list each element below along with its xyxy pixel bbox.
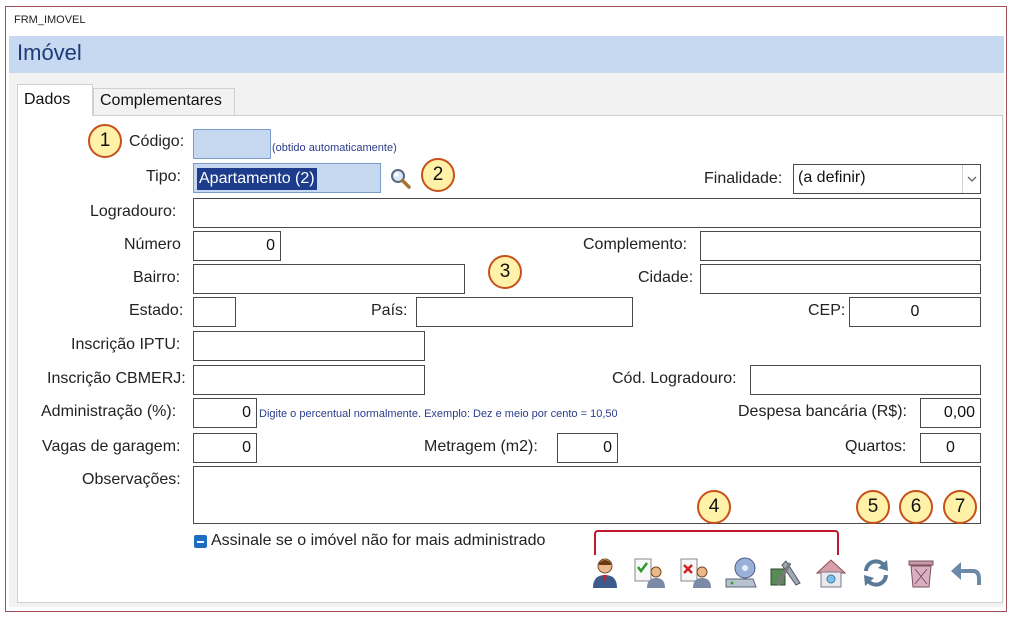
metragem-field[interactable]: 0: [557, 433, 618, 463]
codigo-field[interactable]: [193, 129, 271, 159]
vagas-garagem-field[interactable]: 0: [193, 433, 257, 463]
logradouro-field[interactable]: [193, 198, 981, 228]
cidade-label: Cidade:: [638, 269, 694, 286]
vagas-garagem-label: Vagas de garagem:: [42, 438, 181, 455]
estado-field[interactable]: [193, 297, 236, 327]
codigo-hint: (obtido automaticamente): [272, 142, 397, 154]
annotation-badge-1: 1: [88, 124, 122, 158]
codigo-label: Código:: [129, 133, 185, 150]
despesa-bancaria-field[interactable]: 0,00: [920, 398, 981, 428]
numero-label: Número: [124, 236, 181, 253]
cod-logradouro-field[interactable]: [750, 365, 981, 395]
annotation-badge-4: 4: [697, 490, 731, 524]
pais-field[interactable]: [416, 297, 633, 327]
finalidade-value: (a definir): [798, 169, 866, 186]
annotation-badge-3: 3: [488, 255, 522, 289]
person-icon[interactable]: [587, 555, 623, 591]
bairro-field[interactable]: [193, 264, 465, 294]
cep-label: CEP:: [808, 302, 846, 319]
annotation-badge-5: 5: [856, 490, 890, 524]
metragem-label: Metragem (m2):: [424, 438, 538, 455]
blank-area: [790, 123, 988, 157]
numero-field[interactable]: 0: [193, 231, 281, 261]
finalidade-label: Finalidade:: [704, 170, 783, 187]
disk-drive-icon[interactable]: [723, 555, 759, 591]
cep-field[interactable]: 0: [849, 297, 981, 327]
nao-administrado-checkbox[interactable]: [194, 535, 207, 548]
tab-complementares[interactable]: Complementares: [93, 88, 235, 116]
person-delete-icon[interactable]: [678, 555, 714, 591]
form-header: Imóvel: [9, 36, 1004, 73]
inscricao-iptu-field[interactable]: [193, 331, 425, 361]
administracao-label: Administração (%):: [41, 403, 177, 420]
tools-icon[interactable]: [768, 555, 804, 591]
administracao-hint: Digite o percentual normalmente. Exemplo…: [259, 408, 618, 420]
cod-logradouro-label: Cód. Logradouro:: [612, 370, 737, 387]
inscricao-iptu-label: Inscrição IPTU:: [71, 336, 181, 353]
chevron-down-icon[interactable]: [962, 165, 980, 193]
finalidade-select[interactable]: (a definir): [793, 164, 981, 194]
estado-label: Estado:: [129, 302, 184, 319]
house-icon[interactable]: [813, 555, 849, 591]
tipo-label: Tipo:: [146, 168, 181, 185]
observacoes-label: Observações:: [82, 471, 181, 488]
complemento-field[interactable]: [700, 231, 981, 261]
inscricao-cbmerj-field[interactable]: [193, 365, 425, 395]
annotation-badge-7: 7: [943, 490, 977, 524]
pais-label: País:: [371, 302, 408, 319]
tab-dados[interactable]: Dados: [17, 84, 93, 116]
tipo-value: Apartamento (2): [197, 168, 317, 190]
toolbar-group-bracket: [594, 530, 839, 555]
trash-icon[interactable]: [903, 555, 939, 591]
annotation-badge-2: 2: [421, 158, 455, 192]
nao-administrado-label: Assinale se o imóvel não for mais admini…: [211, 532, 546, 549]
annotation-badge-6: 6: [899, 490, 933, 524]
undo-icon[interactable]: [947, 555, 983, 591]
page-title: Imóvel: [17, 40, 82, 65]
despesa-bancaria-label: Despesa bancária (R$):: [738, 403, 907, 420]
bairro-label: Bairro:: [133, 269, 181, 286]
window-title: FRM_IMOVEL: [14, 14, 86, 26]
search-icon[interactable]: [388, 166, 412, 190]
administracao-field[interactable]: 0: [193, 398, 257, 428]
inscricao-cbmerj-label: Inscrição CBMERJ:: [47, 370, 186, 387]
refresh-icon[interactable]: [858, 555, 894, 591]
person-check-icon[interactable]: [632, 555, 668, 591]
cidade-field[interactable]: [700, 264, 981, 294]
logradouro-label: Logradouro:: [90, 203, 177, 220]
tipo-field[interactable]: Apartamento (2): [193, 163, 381, 193]
quartos-label: Quartos:: [845, 438, 907, 455]
quartos-field[interactable]: 0: [920, 433, 981, 463]
complemento-label: Complemento:: [583, 236, 688, 253]
